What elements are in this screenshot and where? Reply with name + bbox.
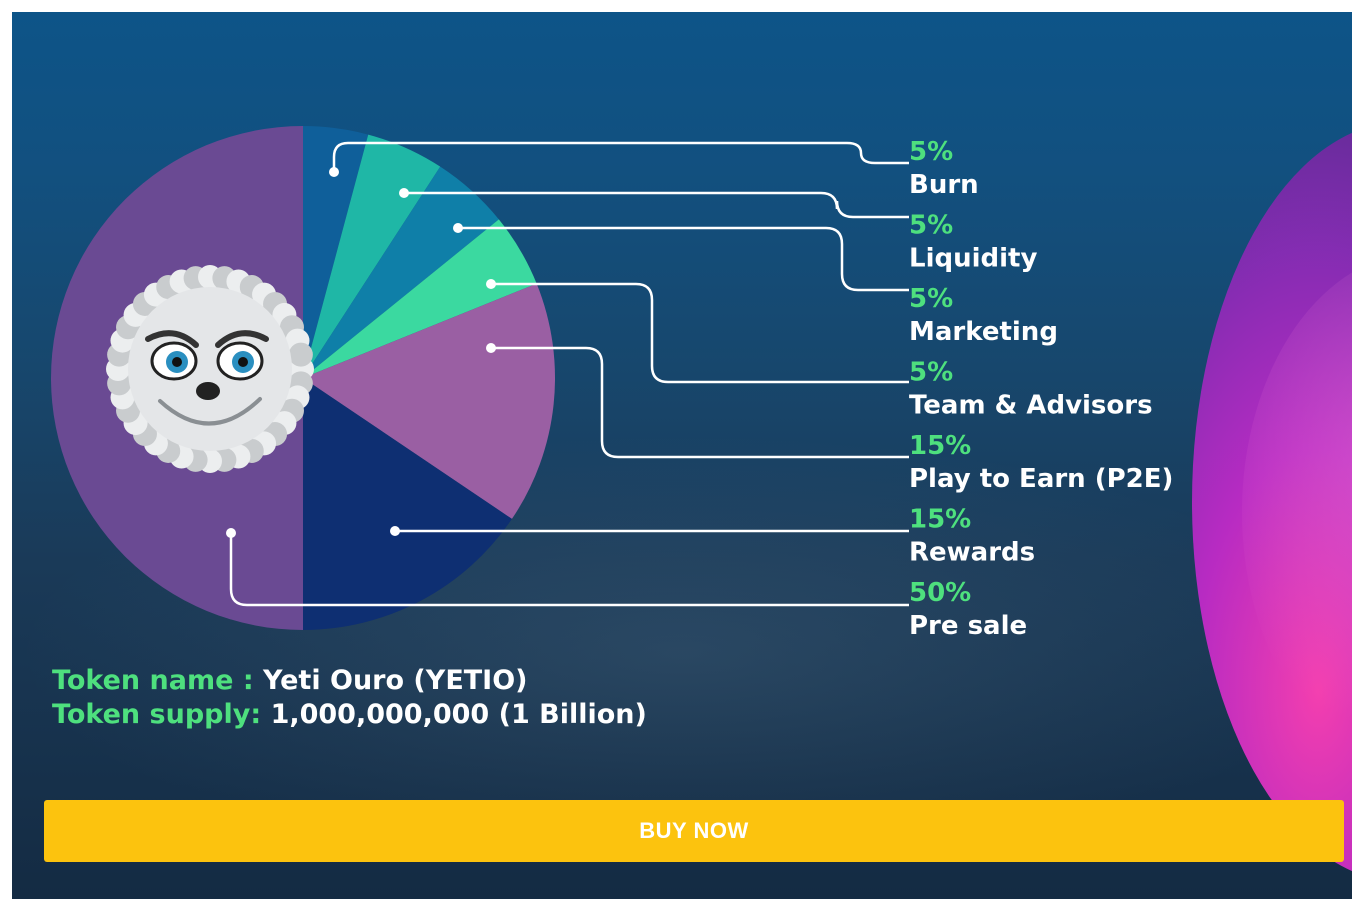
leader-dot <box>390 526 400 536</box>
legend-percent: 5% <box>909 137 953 167</box>
legend-percent: 5% <box>909 211 953 241</box>
legend-percent: 15% <box>909 505 971 535</box>
token-supply-row: Token supply: 1,000,000,000 (1 Billion) <box>52 698 647 732</box>
leader-dot <box>399 188 409 198</box>
legend-label: Rewards <box>909 538 1035 568</box>
leader-dot <box>226 528 236 538</box>
buy-now-label: BUY NOW <box>639 818 749 843</box>
leader-dot <box>329 167 339 177</box>
token-name-value: Yeti Ouro (YETIO) <box>263 665 528 696</box>
legend: 5%Burn5%Liquidity5%Marketing5%Team & Adv… <box>909 137 1173 641</box>
mascot-pupil <box>172 357 182 367</box>
mascot-pupil <box>238 357 248 367</box>
mascot-nose <box>196 382 220 400</box>
leader-dot <box>453 223 463 233</box>
legend-percent: 50% <box>909 578 971 608</box>
yeti-mascot-icon <box>106 265 314 473</box>
token-supply-value: 1,000,000,000 (1 Billion) <box>270 699 647 730</box>
token-name-row: Token name : Yeti Ouro (YETIO) <box>52 664 647 698</box>
leader-dot <box>486 343 496 353</box>
legend-label: Liquidity <box>909 244 1037 274</box>
legend-label: Burn <box>909 170 979 200</box>
buy-now-button[interactable]: BUY NOW <box>44 800 1344 862</box>
token-allocation-panel: 5% Burn 5% Liquidity 5% Marketing 5% Team & Adv… <box>12 12 1352 899</box>
token-allocation-pie-chart: 5%Burn5%Liquidity5%Marketing5%Team & Adv… <box>51 126 1173 641</box>
legend-label: Team & Advisors <box>909 391 1153 421</box>
mascot-fur-tuft <box>288 342 313 367</box>
legend-percent: 15% <box>909 431 971 461</box>
legend-percent: 5% <box>909 358 953 388</box>
token-name-key: Token name : <box>52 665 254 696</box>
token-info: Token name : Yeti Ouro (YETIO) Token sup… <box>52 664 647 732</box>
token-supply-key: Token supply: <box>52 699 262 730</box>
legend-label: Marketing <box>909 317 1058 347</box>
legend-label: Play to Earn (P2E) <box>909 464 1173 494</box>
legend-percent: 5% <box>909 284 953 314</box>
leader-dot <box>486 279 496 289</box>
legend-label: Pre sale <box>909 611 1027 641</box>
